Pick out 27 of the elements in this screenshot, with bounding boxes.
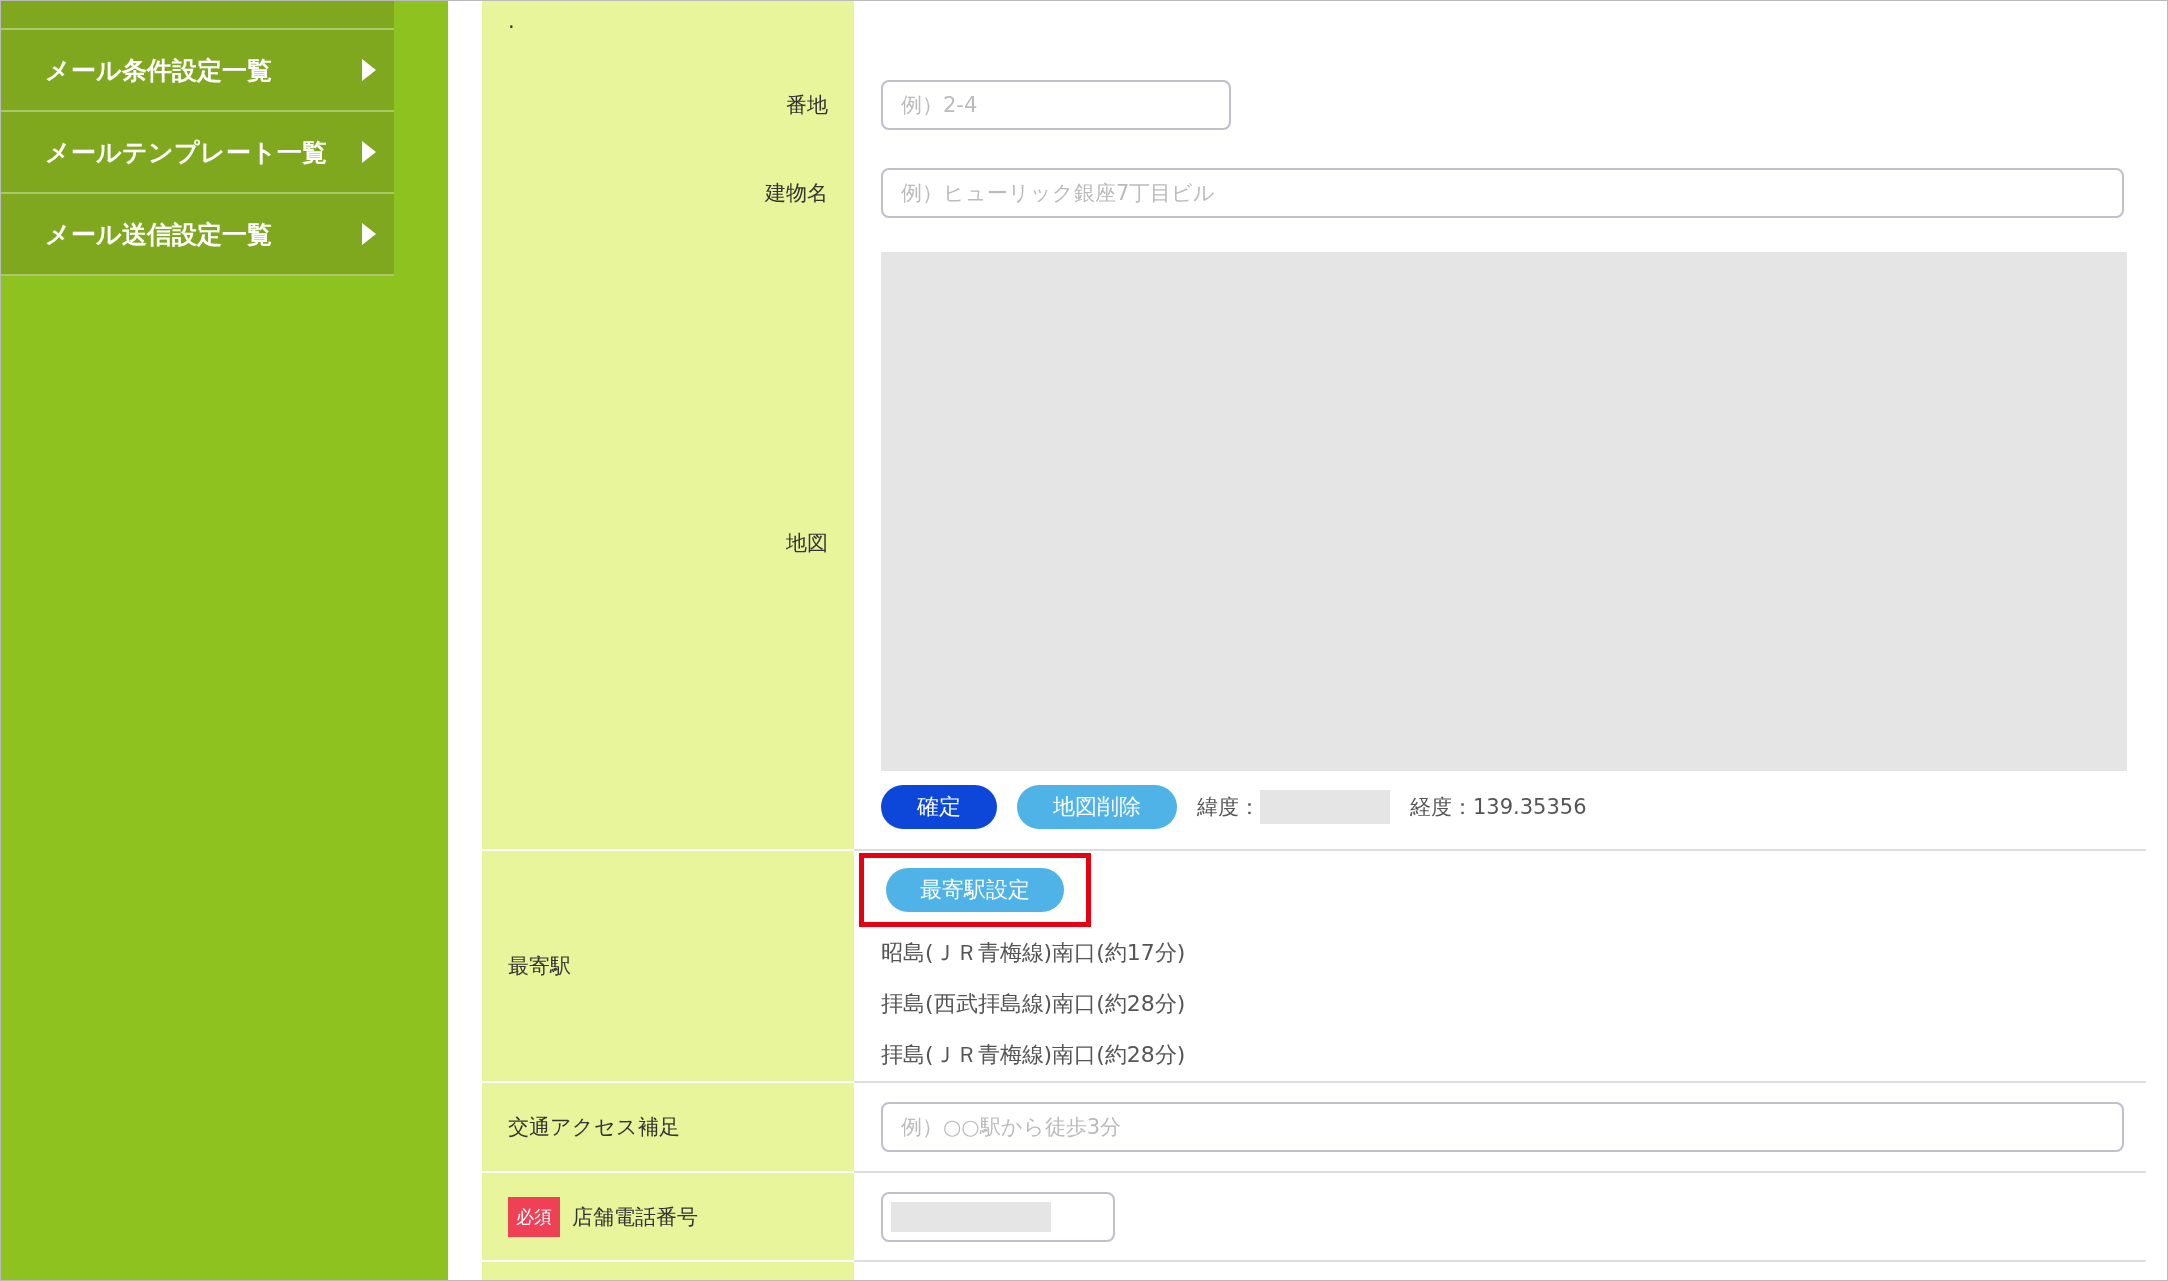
triangle-right-icon: [362, 223, 376, 245]
latitude-label: 緯度：: [1197, 794, 1260, 821]
field-label: 番地: [786, 92, 828, 119]
field-label: 交通アクセス補足: [508, 1114, 680, 1141]
station-text: 拝島(西武拝島線)南口(約28分): [880, 989, 1186, 1018]
input-field[interactable]: 例）2-4: [881, 80, 1231, 130]
map-button[interactable]: 地図削除: [1017, 785, 1177, 829]
map-button[interactable]: 確定: [881, 785, 997, 829]
longitude-text: 経度：139.35356: [1410, 794, 1587, 821]
station-text: 拝島(ＪＲ青梅線)南口(約28分): [880, 1040, 1186, 1069]
dot-mark: .: [508, 9, 515, 33]
station-button[interactable]: 最寄駅設定: [886, 868, 1064, 912]
field-label: 最寄駅: [508, 953, 571, 980]
sidebar-item[interactable]: メール送信設定一覧: [1, 194, 394, 276]
sidebar-item[interactable]: メール条件設定一覧: [1, 30, 394, 112]
input-field[interactable]: 例）○○駅から徒歩3分: [881, 1102, 2124, 1152]
required-badge: 必須: [508, 1196, 560, 1237]
sidebar-item[interactable]: メールテンプレート一覧: [1, 112, 394, 194]
input-field[interactable]: 例）ヒューリック銀座7丁目ビル: [881, 167, 2124, 218]
sidebar-item[interactable]: [1, 1, 394, 30]
field-label: 店舗電話番号: [572, 1203, 698, 1231]
field-label: 地図: [786, 529, 828, 557]
input-field[interactable]: [881, 1191, 1115, 1242]
field-label: 建物名: [765, 179, 828, 207]
station-text: 昭島(ＪＲ青梅線)南口(約17分): [880, 938, 1186, 967]
triangle-right-icon: [362, 141, 376, 163]
triangle-right-icon: [362, 59, 376, 81]
